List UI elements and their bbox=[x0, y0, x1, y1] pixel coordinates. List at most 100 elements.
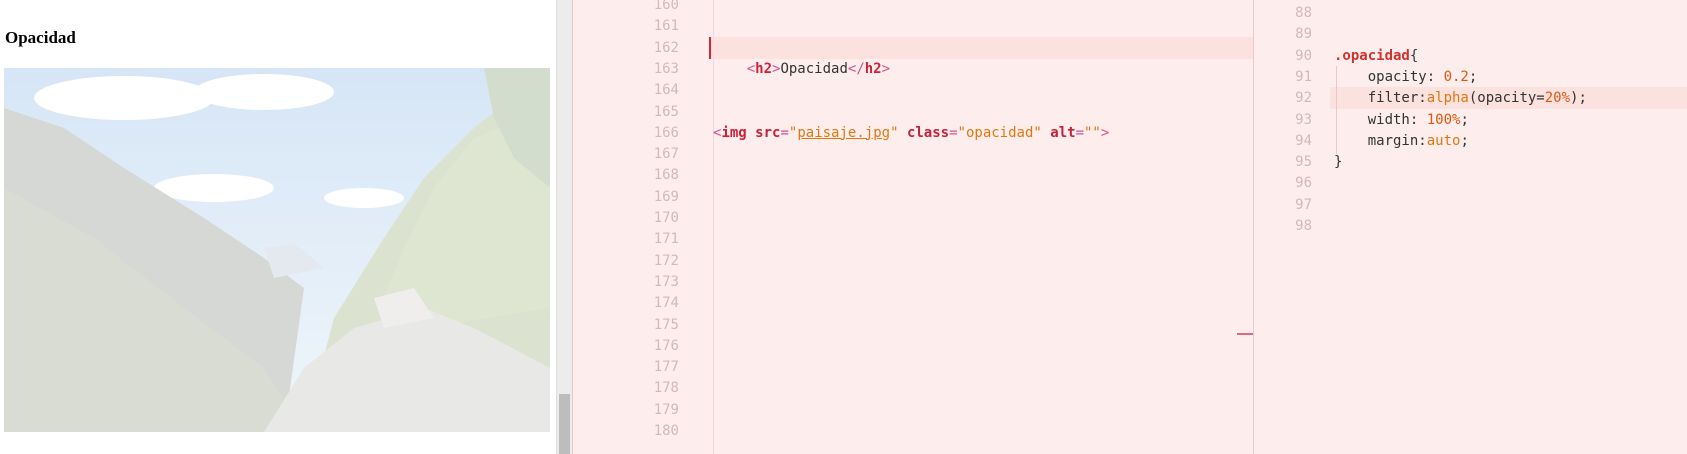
line-number: 93 bbox=[1295, 111, 1312, 128]
code-line[interactable]: 93 width: 100%; bbox=[1254, 109, 1687, 131]
code-line[interactable]: 175 bbox=[573, 314, 1253, 336]
preview-heading: Opacidad bbox=[5, 28, 76, 47]
code-token: class bbox=[906, 124, 950, 141]
line-number: 175 bbox=[653, 316, 679, 333]
line-number: 164 bbox=[653, 82, 679, 99]
line-number: 174 bbox=[653, 295, 679, 312]
code-line[interactable]: 90 .opacidad{ bbox=[1254, 45, 1687, 67]
code-line[interactable]: 180 bbox=[573, 420, 1253, 442]
code-line[interactable]: 162 bbox=[654, 36, 1253, 59]
code-line[interactable]: 97 bbox=[1254, 194, 1687, 216]
line-number: 173 bbox=[653, 273, 679, 290]
line-number: 94 bbox=[1295, 132, 1312, 149]
code-line[interactable]: 161 bbox=[573, 15, 1253, 37]
line-number: 178 bbox=[653, 380, 679, 397]
code-line[interactable]: 89 bbox=[1254, 23, 1687, 45]
line-code: <img src="paisaje.jpg" class="opacidad" … bbox=[713, 122, 1109, 144]
code-token: ; bbox=[1460, 111, 1469, 128]
line-number: 166 bbox=[653, 124, 679, 141]
code-line[interactable]: 179 bbox=[573, 399, 1253, 421]
line-number: 160 bbox=[653, 0, 679, 13]
line-number: 91 bbox=[1295, 68, 1312, 85]
code-token: .opacidad bbox=[1334, 47, 1410, 64]
code-token: ); bbox=[1570, 90, 1587, 107]
line-number: 90 bbox=[1295, 47, 1312, 64]
code-token: "opacidad" bbox=[957, 124, 1042, 141]
code-token: </ bbox=[847, 60, 865, 77]
code-token: > bbox=[881, 60, 891, 77]
code-line[interactable]: 96 bbox=[1254, 172, 1687, 194]
line-number: 163 bbox=[653, 60, 679, 77]
line-code: margin:auto; bbox=[1334, 130, 1469, 152]
line-number: 165 bbox=[653, 103, 679, 120]
code-line[interactable]: 88 bbox=[1254, 2, 1687, 24]
code-token: } bbox=[1334, 154, 1343, 171]
line-number: 98 bbox=[1295, 218, 1312, 234]
preview-pane: Opacidad bbox=[0, 0, 556, 454]
code-token: auto bbox=[1426, 132, 1461, 149]
line-code: width: 100%; bbox=[1334, 109, 1469, 131]
code-token: alpha bbox=[1426, 90, 1469, 107]
line-number: 177 bbox=[653, 359, 679, 376]
line-number: 172 bbox=[653, 252, 679, 269]
code-line[interactable]: 95} bbox=[1254, 151, 1687, 173]
scrollbar-thumb[interactable] bbox=[559, 394, 570, 454]
code-token: = bbox=[780, 124, 789, 141]
code-token: filter: bbox=[1334, 90, 1427, 107]
code-token: paisaje.jpg bbox=[797, 124, 891, 141]
code-token: opacity: bbox=[1334, 68, 1444, 85]
line-number: 88 bbox=[1295, 5, 1312, 21]
code-token: 100% bbox=[1426, 111, 1461, 128]
code-line[interactable]: 163 <h2>Opacidad</h2> bbox=[573, 58, 1253, 80]
html-editor[interactable]: 160 161 162 163 <h2>Opacidad</h2> 164 165 166 <… bbox=[572, 0, 1253, 454]
line-number: 170 bbox=[653, 210, 679, 226]
overview-ruler-mark bbox=[1237, 333, 1253, 335]
code-token: h2 bbox=[864, 60, 882, 77]
code-line[interactable]: 177 bbox=[573, 356, 1253, 378]
line-number: 168 bbox=[653, 167, 679, 184]
code-line[interactable]: 160 bbox=[573, 0, 1253, 16]
code-line[interactable]: 167 bbox=[573, 143, 1253, 165]
landscape-image bbox=[4, 68, 550, 432]
line-code: filter:alpha(opacity=20%); bbox=[1334, 87, 1587, 109]
code-token: width: bbox=[1334, 111, 1427, 128]
code-token: ; bbox=[1468, 68, 1478, 85]
code-line[interactable]: 92 filter:alpha(opacity=20%); bbox=[1295, 87, 1687, 110]
code-line[interactable]: 165 bbox=[573, 101, 1253, 123]
code-token: < bbox=[746, 60, 756, 77]
code-line[interactable]: 174 bbox=[573, 292, 1253, 314]
code-line[interactable]: 168 bbox=[573, 164, 1253, 186]
code-line[interactable]: 172 bbox=[573, 250, 1253, 272]
preview-scrollbar[interactable] bbox=[556, 0, 572, 454]
code-token: img bbox=[721, 124, 747, 141]
text-cursor bbox=[709, 37, 711, 59]
code-token: src bbox=[755, 124, 781, 141]
code-token: 0.2 bbox=[1443, 68, 1469, 85]
line-number: 171 bbox=[653, 231, 679, 248]
line-code: } bbox=[1334, 151, 1342, 173]
line-number: 180 bbox=[653, 423, 679, 439]
code-line[interactable]: 91 opacity: 0.2; bbox=[1254, 66, 1687, 88]
line-number: 96 bbox=[1295, 175, 1312, 192]
code-line[interactable]: 98 bbox=[1254, 215, 1687, 237]
code-line[interactable]: 178 bbox=[573, 377, 1253, 399]
code-token: h2 bbox=[755, 60, 773, 77]
line-code: <h2>Opacidad</h2> bbox=[713, 58, 890, 80]
code-token: = bbox=[949, 124, 958, 141]
code-line[interactable]: 94 margin:auto; bbox=[1254, 130, 1687, 152]
code-line[interactable]: 166 <img src="paisaje.jpg" class="opacida… bbox=[573, 122, 1253, 144]
code-line[interactable]: 173 bbox=[573, 271, 1253, 293]
code-line[interactable]: 164 bbox=[573, 79, 1253, 101]
line-number: 97 bbox=[1295, 196, 1312, 213]
code-line[interactable]: 170 bbox=[573, 207, 1253, 229]
css-editor[interactable]: 88 89 90 .opacidad{91 opacity: 0.2; 92 filte… bbox=[1253, 0, 1687, 454]
code-line[interactable]: 171 bbox=[573, 228, 1253, 250]
line-number: 162 bbox=[653, 39, 679, 56]
line-number: 161 bbox=[653, 18, 679, 35]
code-line[interactable]: 169 bbox=[573, 186, 1253, 208]
code-token: 20% bbox=[1544, 90, 1571, 107]
line-number: 92 bbox=[1295, 90, 1312, 107]
code-line[interactable]: 176 bbox=[573, 335, 1253, 357]
